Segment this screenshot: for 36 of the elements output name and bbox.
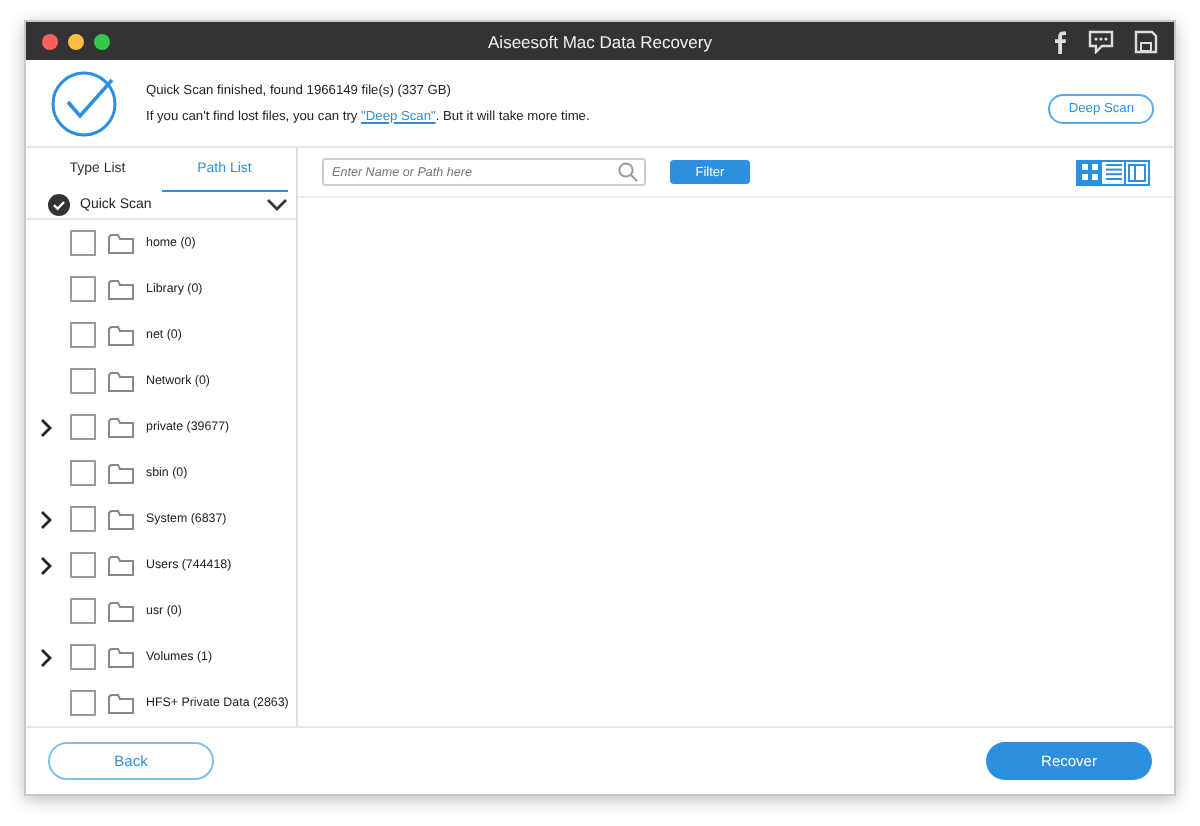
close-button[interactable] <box>42 33 58 49</box>
chat-icon[interactable] <box>1088 29 1114 53</box>
folder-icon <box>108 647 134 667</box>
checkbox[interactable] <box>70 460 96 486</box>
column-view-button[interactable] <box>1124 159 1150 185</box>
search-icon[interactable] <box>618 162 638 182</box>
folder-icon <box>108 601 134 621</box>
folder-icon <box>108 417 134 437</box>
list-view-button[interactable] <box>1100 159 1126 185</box>
grid-view-button[interactable] <box>1076 159 1102 185</box>
folder-icon <box>108 325 134 345</box>
checkbox[interactable] <box>70 598 96 624</box>
checkbox[interactable] <box>70 690 96 716</box>
checkbox[interactable] <box>70 414 96 440</box>
checked-circle-icon[interactable] <box>48 194 70 217</box>
zoom-button[interactable] <box>94 33 110 49</box>
folder-icon <box>108 509 134 529</box>
check-circle-icon <box>50 69 118 137</box>
facebook-icon[interactable] <box>1052 29 1068 53</box>
folder-icon <box>108 371 134 391</box>
folder-icon <box>108 555 134 575</box>
folder-icon <box>108 233 134 253</box>
checkbox[interactable] <box>70 368 96 394</box>
save-icon[interactable] <box>1134 29 1158 53</box>
checkbox[interactable] <box>70 552 96 578</box>
checkbox[interactable] <box>70 322 96 348</box>
window-title: Aiseesoft Mac Data Recovery <box>488 31 712 51</box>
chevron-icon[interactable] <box>266 198 288 213</box>
checkbox[interactable] <box>70 276 96 302</box>
minimize-button[interactable] <box>68 33 84 49</box>
checkbox[interactable] <box>70 230 96 256</box>
checkbox[interactable] <box>70 644 96 670</box>
folder-icon <box>108 279 134 299</box>
folder-icon <box>108 693 134 713</box>
checkbox[interactable] <box>70 506 96 532</box>
folder-icon <box>108 463 134 483</box>
